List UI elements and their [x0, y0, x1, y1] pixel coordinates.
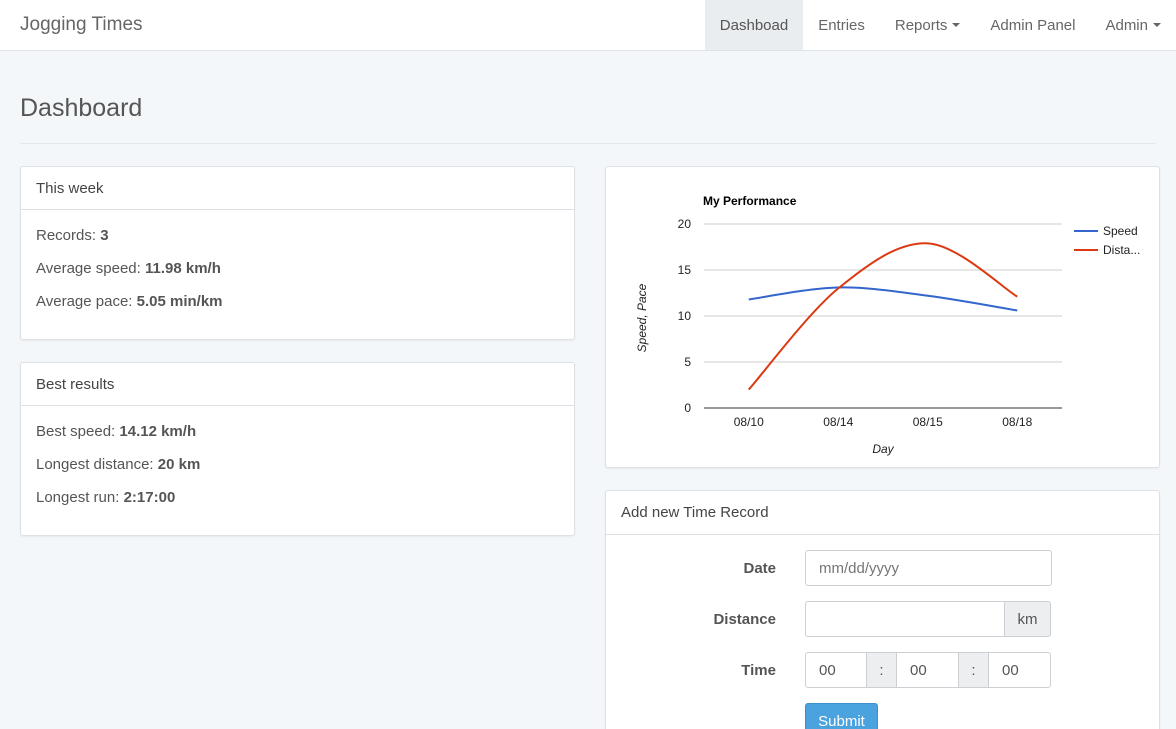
submit-button[interactable]: Submit: [805, 703, 878, 729]
caret-down-icon: [952, 23, 961, 27]
distance-unit-addon: km: [1004, 601, 1051, 637]
best-results-panel: Best results Best speed: 14.12 km/h Long…: [20, 362, 575, 536]
series-line-speed: [748, 286, 1018, 312]
stat-label: Longest distance:: [36, 456, 154, 473]
nav-item-dashboard[interactable]: Dashboad: [704, 0, 804, 50]
records-stat: Records: 3: [36, 228, 559, 244]
y-axis-label: Speed, Pace: [635, 283, 649, 352]
time-separator: :: [866, 652, 897, 688]
performance-chart-panel: My Performance 0 5 10 15 20 08/10 08/14 08/15 0…: [605, 166, 1160, 468]
brand-link[interactable]: Jogging Times: [0, 0, 143, 50]
time-hours-input[interactable]: [805, 652, 867, 688]
y-tick-label: 5: [684, 355, 691, 369]
performance-chart: My Performance 0 5 10 15 20 08/10 08/14 08/15 0…: [635, 194, 1140, 456]
distance-label: Distance: [713, 611, 776, 628]
panel-body: Records: 3 Average speed: 11.98 km/h Ave…: [21, 210, 574, 345]
best-speed-stat: Best speed: 14.12 km/h: [36, 424, 559, 440]
nav-item-entries[interactable]: Entries: [803, 0, 880, 50]
x-tick-label: 08/15: [913, 415, 943, 429]
nav-menu: Dashboad Entries Reports Admin Panel Adm…: [704, 0, 1176, 50]
page-header: Dashboard: [20, 51, 1156, 144]
nav-item-admin-panel[interactable]: Admin Panel: [975, 0, 1090, 50]
average-speed-stat: Average speed: 11.98 km/h: [36, 261, 559, 277]
y-tick-label: 0: [684, 401, 691, 415]
x-tick-label: 08/10: [734, 415, 764, 429]
distance-input[interactable]: [805, 601, 1005, 637]
y-tick-label: 15: [678, 263, 692, 277]
stat-value: 2:17:00: [123, 489, 176, 506]
page-title: Dashboard: [20, 94, 143, 122]
add-record-panel: Add new Time Record Date Distance km Tim…: [605, 490, 1160, 729]
average-pace-stat: Average pace: 5.05 min/km: [36, 294, 559, 310]
stat-label: Longest run:: [36, 489, 120, 506]
caret-down-icon: [1153, 23, 1161, 27]
chart-title: My Performance: [703, 194, 797, 208]
nav-item-label: Admin: [1105, 16, 1148, 34]
x-tick-label: 08/14: [823, 415, 853, 429]
nav-item-reports[interactable]: Reports: [880, 0, 976, 50]
stat-label: Average speed:: [36, 260, 141, 277]
nav-item-label: Admin Panel: [990, 16, 1076, 34]
date-label: Date: [743, 560, 776, 577]
x-axis-label: Day: [872, 442, 894, 456]
panel-heading: Best results: [21, 363, 574, 406]
nav-item-label: Entries: [818, 16, 865, 34]
stat-label: Best speed:: [36, 423, 116, 440]
nav-item-label: Dashboad: [719, 16, 789, 34]
stat-value: 20 km: [157, 456, 201, 473]
time-label: Time: [741, 662, 776, 679]
longest-distance-stat: Longest distance: 20 km: [36, 457, 559, 473]
stat-label: Records:: [36, 227, 97, 244]
time-separator: :: [958, 652, 989, 688]
y-tick-label: 10: [678, 309, 692, 323]
panel-heading: Add new Time Record: [606, 491, 1159, 535]
date-input[interactable]: [805, 550, 1052, 586]
y-tick-label: 20: [678, 217, 692, 231]
nav-item-admin[interactable]: Admin: [1090, 0, 1176, 50]
time-minutes-input[interactable]: [896, 652, 959, 688]
time-seconds-input[interactable]: [988, 652, 1051, 688]
navbar: Jogging Times Dashboad Entries Reports A…: [0, 0, 1176, 51]
stat-value: 14.12 km/h: [119, 423, 197, 440]
this-week-panel: This week Records: 3 Average speed: 11.9…: [20, 166, 575, 340]
x-tick-label: 08/18: [1002, 415, 1032, 429]
panel-body: Best speed: 14.12 km/h Longest distance:…: [21, 406, 574, 541]
longest-run-stat: Longest run: 2:17:00: [36, 490, 559, 506]
panel-heading: This week: [21, 167, 574, 210]
nav-item-label: Reports: [894, 16, 948, 34]
legend-label: Speed: [1103, 224, 1138, 238]
stat-label: Average pace:: [36, 293, 133, 310]
stat-value: 5.05 min/km: [136, 293, 223, 310]
stat-value: 3: [100, 227, 109, 244]
legend-label: Dista...: [1103, 243, 1140, 257]
stat-value: 11.98 km/h: [144, 260, 221, 277]
